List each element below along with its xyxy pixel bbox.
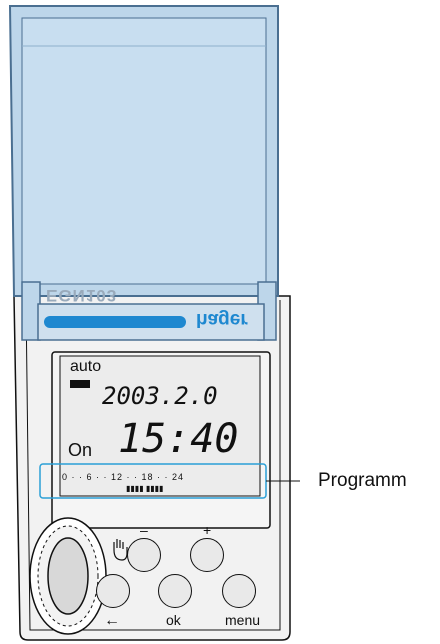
menu-button[interactable] xyxy=(222,574,256,608)
menu-label: menu xyxy=(225,612,261,628)
back-arrow-icon: ← xyxy=(104,612,120,629)
plus-label: + xyxy=(203,522,212,538)
ok-button[interactable] xyxy=(158,574,192,608)
ok-label: ok xyxy=(166,612,181,628)
model-label: EGN103 xyxy=(46,286,118,305)
lcd-program-bars: ▮▮▮▮ ▮▮▮▮ xyxy=(126,484,164,493)
lcd-mode: auto xyxy=(70,358,102,375)
clock-icon xyxy=(70,380,90,388)
minus-label: – xyxy=(140,522,148,538)
plus-button[interactable] xyxy=(190,538,224,572)
minus-button[interactable] xyxy=(127,538,161,572)
lcd-date: 2003.2.0 xyxy=(102,382,218,410)
jog-wheel[interactable] xyxy=(30,518,106,634)
callout-label: Programm xyxy=(318,470,407,491)
lcd-state: On xyxy=(68,440,93,460)
lcd-time-scale: 0 · · 6 · · 12 · · 18 · · 24 xyxy=(62,472,185,482)
brand-logo: hager xyxy=(196,309,248,330)
lcd-time: 15:40 xyxy=(118,416,239,462)
